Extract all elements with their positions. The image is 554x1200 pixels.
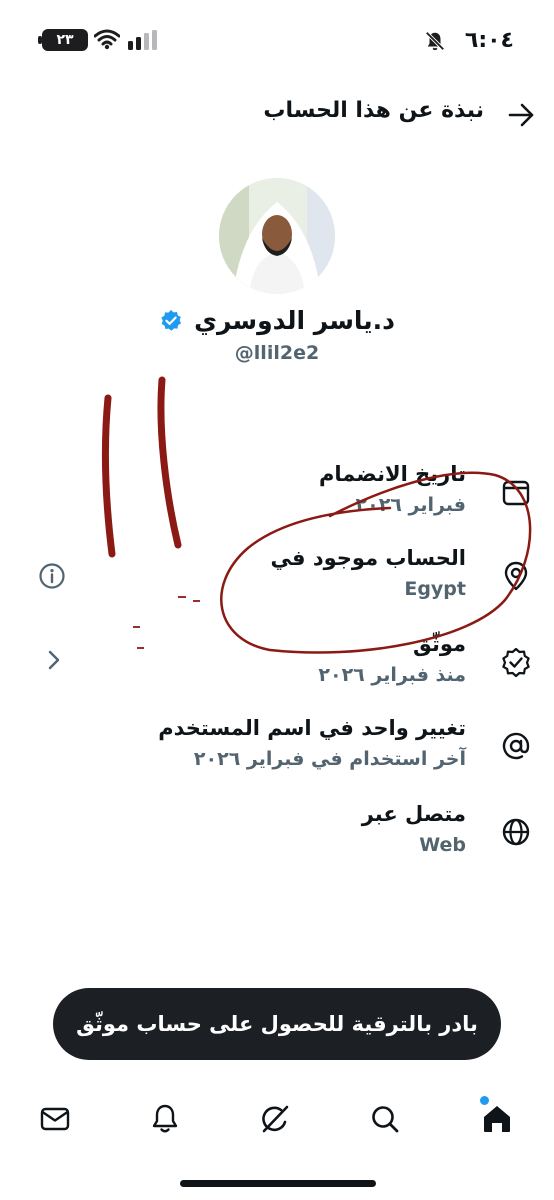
info-joined-date: تاريخ الانضمام فبراير ٢٠٢٦ [0,462,554,532]
info-value: منذ فبراير ٢٠٢٦ [318,664,466,686]
info-connected-via: متصل عبر Web [0,802,554,872]
info-circle-icon[interactable] [38,562,66,590]
profile-handle: @llil2e2 [234,342,320,364]
info-title: متصل عبر [361,802,466,826]
info-value: فبراير ٢٠٢٦ [355,494,467,516]
info-verified: موثّق منذ فبراير ٢٠٢٦ [0,632,554,702]
mail-icon[interactable] [38,1102,72,1136]
info-value: Egypt [404,578,466,600]
home-icon[interactable] [480,1102,514,1136]
bell-muted-icon [425,31,445,51]
info-value: آخر استخدام في فبراير ٢٠٢٦ [193,748,466,770]
info-username-change: تغيير واحد في اسم المستخدم آخر استخدام ف… [0,716,554,786]
header: نبذة عن هذا الحساب [0,90,554,138]
calendar-icon [502,480,530,506]
status-time: ٦:٠٤ [464,28,514,53]
wifi-icon [94,29,120,50]
profile-name: د.ياسر الدوسري [194,306,396,335]
home-indicator [180,1180,376,1187]
profile-name-row: د.ياسر الدوسري [0,306,554,335]
chevron-right-icon[interactable] [42,648,66,672]
notification-dot [480,1096,489,1105]
info-title: الحساب موجود في [270,546,466,570]
bottom-nav [0,1090,554,1150]
verified-check-icon [502,647,530,678]
verified-badge-icon [161,309,181,331]
bell-icon[interactable] [148,1102,182,1136]
avatar-image [219,178,335,294]
location-pin-icon [504,561,528,591]
info-account-location: الحساب موجود في Egypt [0,546,554,616]
battery-icon: ٢٣ [42,29,88,51]
page-title: نبذة عن هذا الحساب [263,98,484,123]
status-bar: ٦:٠٤ ٢٣ [0,0,554,80]
info-value: Web [419,834,466,856]
info-title: تغيير واحد في اسم المستخدم [158,716,466,740]
info-title: تاريخ الانضمام [319,462,466,486]
grok-icon[interactable] [258,1102,292,1136]
info-title: موثّق [413,632,466,656]
search-icon[interactable] [368,1102,402,1136]
upgrade-verified-button[interactable]: بادر بالترقية للحصول على حساب موثّق [53,988,501,1060]
avatar [219,178,335,294]
at-sign-icon [502,732,530,760]
globe-icon [502,818,530,846]
back-arrow-icon[interactable] [506,100,536,130]
cell-signal-icon [128,30,157,50]
